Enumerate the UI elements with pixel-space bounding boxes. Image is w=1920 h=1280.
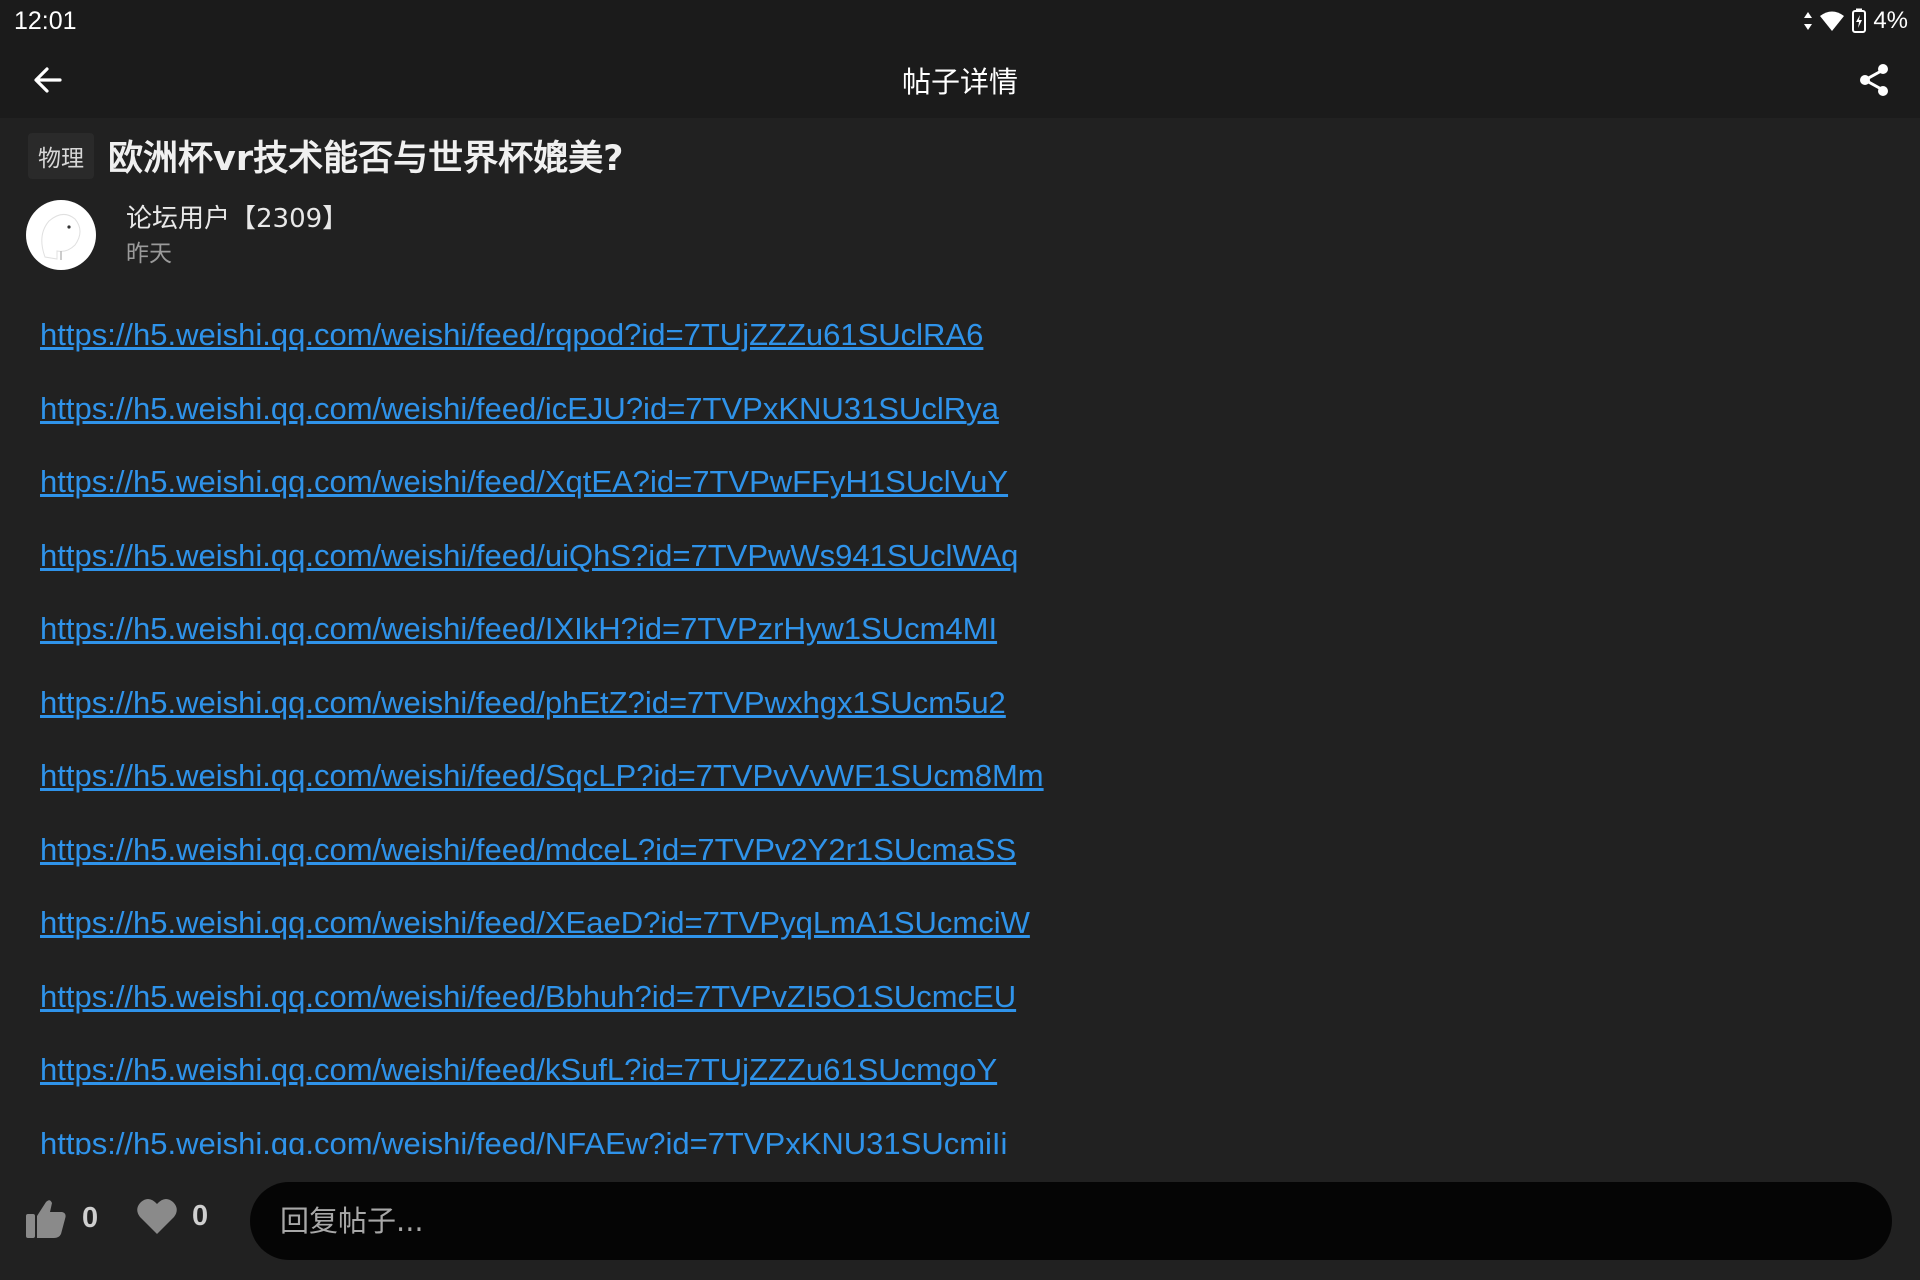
wifi-icon	[1819, 10, 1845, 32]
content-link[interactable]: https://h5.weishi.qq.com/weishi/feed/XEa…	[40, 898, 1880, 972]
content-link[interactable]: https://h5.weishi.qq.com/weishi/feed/kSu…	[40, 1045, 1880, 1119]
category-tag[interactable]: 物理	[28, 132, 94, 179]
battery-level: 4%	[1873, 7, 1908, 34]
post-content: https://h5.weishi.qq.com/weishi/feed/rqp…	[40, 310, 1880, 1155]
share-button[interactable]	[1854, 60, 1894, 100]
bottom-action-bar: 0 0	[0, 1160, 1920, 1280]
post-time: 昨天	[126, 241, 172, 267]
content-link[interactable]: https://h5.weishi.qq.com/weishi/feed/rqp…	[40, 310, 1880, 384]
reply-input[interactable]	[250, 1182, 1892, 1260]
post-title: 欧洲杯vr技术能否与世界杯媲美?	[108, 139, 624, 179]
content-link[interactable]: https://h5.weishi.qq.com/weishi/feed/Sqc…	[40, 751, 1880, 825]
data-arrows-icon	[1803, 11, 1813, 31]
author-info: 论坛用户【2309】 昨天	[126, 200, 348, 270]
content-link[interactable]: https://h5.weishi.qq.com/weishi/feed/icE…	[40, 384, 1880, 458]
post-detail-screen: 12:01 4% 帖子详情 物理 欧洲杯vr技术能否与世界杯媲美? 论坛用户【2…	[0, 0, 1920, 1280]
avatar[interactable]	[26, 200, 96, 270]
post-title-row: 物理 欧洲杯vr技术能否与世界杯媲美?	[28, 130, 623, 181]
author-name[interactable]: 论坛用户【2309】	[126, 200, 348, 238]
content-link[interactable]: https://h5.weishi.qq.com/weishi/feed/Bbh…	[40, 972, 1880, 1046]
content-link[interactable]: https://h5.weishi.qq.com/weishi/feed/NFA…	[40, 1119, 1880, 1156]
content-link[interactable]: https://h5.weishi.qq.com/weishi/feed/IXI…	[40, 604, 1880, 678]
content-link[interactable]: https://h5.weishi.qq.com/weishi/feed/phE…	[40, 678, 1880, 752]
thumbs-up-icon	[26, 1200, 66, 1238]
author-row: 论坛用户【2309】 昨天	[26, 200, 348, 270]
like-count: 0	[82, 1201, 99, 1234]
content-link[interactable]: https://h5.weishi.qq.com/weishi/feed/mdc…	[40, 825, 1880, 899]
status-bar: 12:01 4%	[0, 0, 1920, 42]
content-link[interactable]: https://h5.weishi.qq.com/weishi/feed/Xqt…	[40, 457, 1880, 531]
heart-icon	[137, 1198, 177, 1234]
status-time: 12:01	[14, 6, 77, 35]
status-icons: 4%	[1803, 7, 1908, 35]
bird-avatar-icon	[41, 214, 81, 260]
app-bar: 帖子详情	[0, 42, 1920, 118]
like-button[interactable]: 0	[24, 1196, 98, 1240]
content-link[interactable]: https://h5.weishi.qq.com/weishi/feed/uiQ…	[40, 531, 1880, 605]
favorite-count: 0	[192, 1199, 209, 1232]
page-title: 帖子详情	[901, 65, 1018, 99]
battery-icon	[1851, 8, 1867, 34]
share-icon	[1860, 64, 1888, 96]
favorite-button[interactable]: 0	[136, 1196, 208, 1236]
